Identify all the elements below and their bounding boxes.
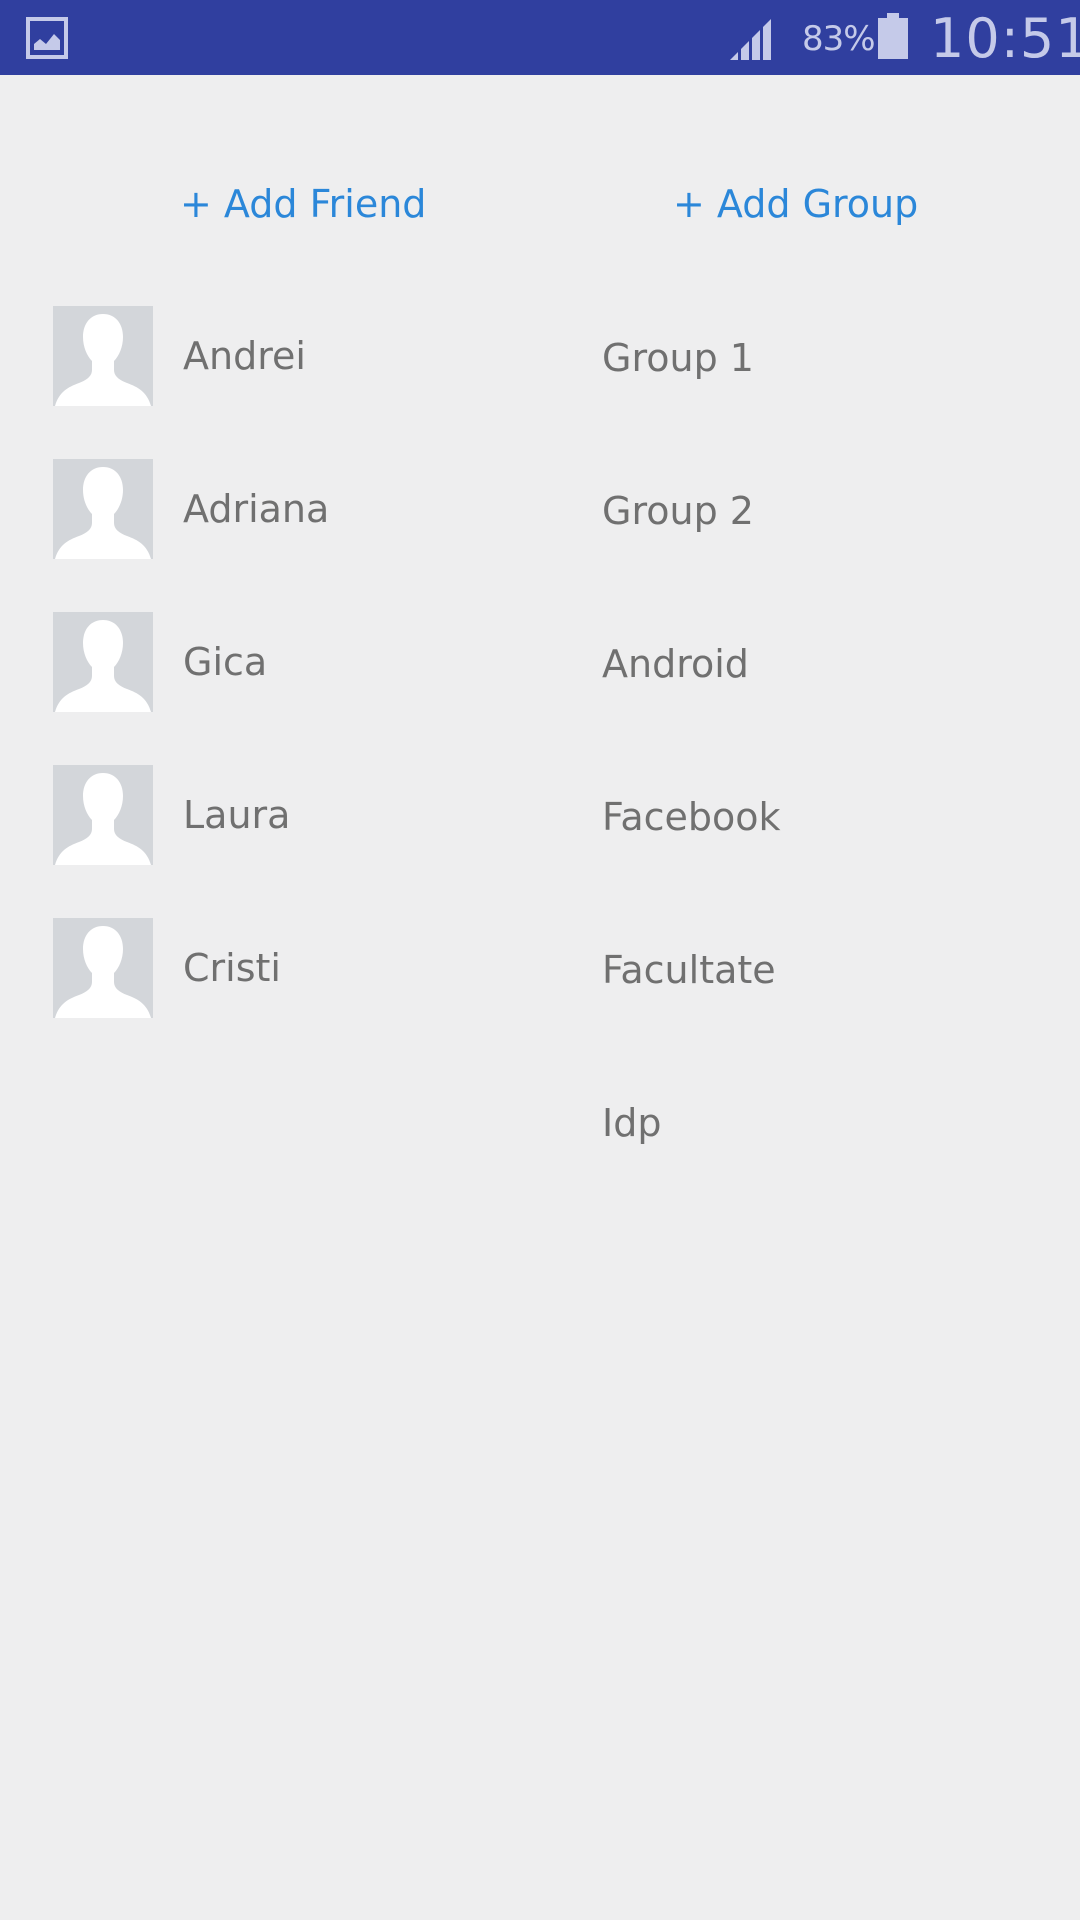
group-item[interactable]: Group 1 — [602, 328, 754, 388]
group-item[interactable]: Group 2 — [602, 481, 754, 541]
status-bar: 83% 10:51 — [0, 0, 1080, 75]
friend-item[interactable]: Laura — [53, 765, 503, 865]
battery-percent: 83% — [802, 19, 876, 59]
avatar-placeholder-icon — [53, 612, 153, 712]
battery-icon — [878, 13, 908, 59]
friend-name: Andrei — [183, 334, 306, 378]
friend-item[interactable]: Adriana — [53, 459, 503, 559]
friend-name: Adriana — [183, 487, 330, 531]
group-item[interactable]: Android — [602, 634, 749, 694]
friend-name: Laura — [183, 793, 291, 837]
clock: 10:51 — [930, 7, 1080, 70]
friend-item[interactable]: Gica — [53, 612, 503, 712]
add-friend-button[interactable]: + Add Friend — [180, 176, 426, 232]
signal-icon — [730, 19, 771, 60]
gallery-icon — [26, 17, 68, 59]
add-group-button[interactable]: + Add Group — [673, 176, 918, 232]
avatar-placeholder-icon — [53, 765, 153, 865]
friend-item[interactable]: Cristi — [53, 918, 503, 1018]
friend-item[interactable]: Andrei — [53, 306, 503, 406]
friend-name: Gica — [183, 640, 268, 684]
avatar-placeholder-icon — [53, 459, 153, 559]
avatar-placeholder-icon — [53, 918, 153, 1018]
group-item[interactable]: Idp — [602, 1093, 661, 1153]
avatar-placeholder-icon — [53, 306, 153, 406]
friend-name: Cristi — [183, 946, 281, 990]
group-item[interactable]: Facultate — [602, 940, 776, 1000]
group-item[interactable]: Facebook — [602, 787, 781, 847]
